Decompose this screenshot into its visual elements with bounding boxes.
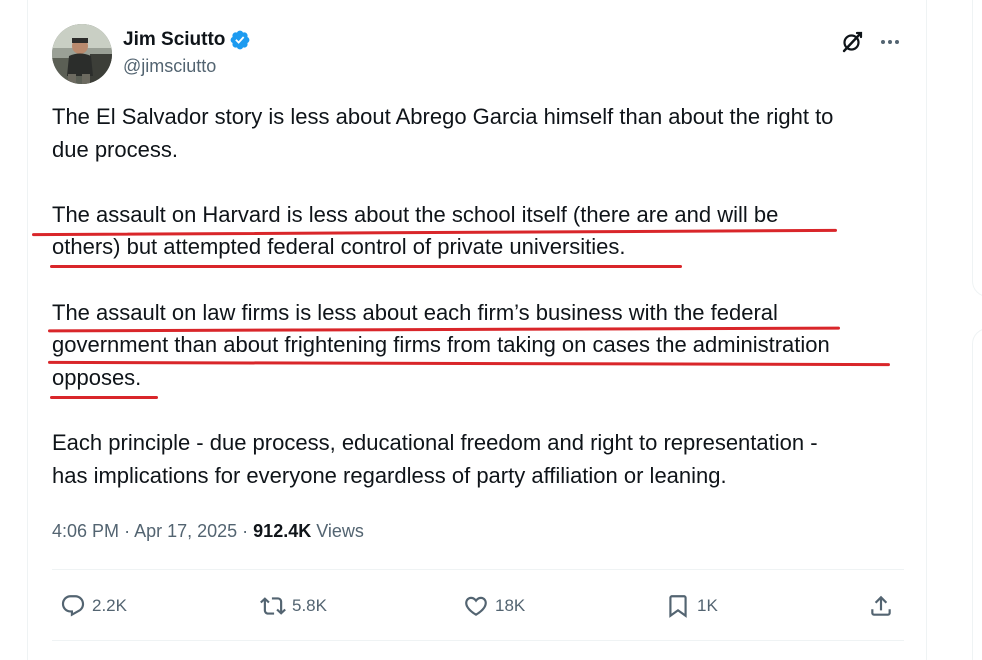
tweet-meta: 4:06 PM · Apr 17, 2025 · 912.4K Views bbox=[52, 518, 364, 544]
text-line: has implications for everyone regardless… bbox=[52, 462, 727, 488]
bookmark-button[interactable]: 1K bbox=[665, 590, 718, 622]
reply-count: 2.2K bbox=[92, 596, 127, 615]
text-line: The assault on Harvard is less about the… bbox=[52, 201, 779, 227]
author-name[interactable]: Jim Sciutto bbox=[123, 29, 225, 51]
sidebar-panel-bottom bbox=[972, 328, 982, 660]
views-count[interactable]: 912.4K bbox=[253, 521, 311, 541]
views-label: Views bbox=[316, 521, 364, 541]
column-border-left bbox=[27, 0, 28, 660]
underline-annotation bbox=[50, 396, 158, 399]
reply-icon bbox=[61, 595, 85, 617]
underline-annotation bbox=[50, 265, 682, 268]
tweet-actions: 2.2K 5.8K 18K 1K bbox=[52, 590, 904, 622]
tweet-paragraph: The assault on law firms is less about e… bbox=[52, 297, 904, 395]
verified-badge-icon[interactable] bbox=[229, 29, 251, 51]
divider bbox=[52, 640, 904, 641]
text-line: due process. bbox=[52, 136, 178, 162]
text-line: opposes. bbox=[52, 364, 142, 390]
repost-count: 5.8K bbox=[292, 596, 327, 615]
bookmark-icon bbox=[669, 595, 687, 618]
share-icon bbox=[871, 595, 891, 616]
share-button[interactable] bbox=[868, 590, 894, 622]
author-handle[interactable]: @jimsciutto bbox=[123, 55, 216, 77]
heart-icon bbox=[465, 596, 487, 616]
avatar[interactable] bbox=[52, 24, 112, 84]
author-name-row: Jim Sciutto bbox=[123, 29, 251, 51]
sidebar-panel-top bbox=[972, 0, 982, 297]
meta-separator: · bbox=[124, 521, 135, 541]
like-button[interactable]: 18K bbox=[463, 590, 525, 622]
reply-button[interactable]: 2.2K bbox=[60, 590, 127, 622]
meta-separator: · bbox=[242, 521, 254, 541]
column-border-right bbox=[926, 0, 927, 660]
divider bbox=[52, 569, 904, 570]
tweet-date[interactable]: Apr 17, 2025 bbox=[134, 521, 237, 541]
repost-icon bbox=[260, 597, 286, 615]
tweet-paragraph: The El Salvador story is less about Abre… bbox=[52, 101, 904, 166]
tweet-time[interactable]: 4:06 PM bbox=[52, 521, 119, 541]
text-line: Each principle - due process, educationa… bbox=[52, 429, 818, 455]
tweet-page: Jim Sciutto @jimsciutto The El Salvador … bbox=[0, 0, 982, 660]
text-line: The assault on law firms is less about e… bbox=[52, 299, 778, 325]
like-count: 18K bbox=[495, 596, 526, 615]
grok-icon[interactable] bbox=[840, 30, 864, 54]
tweet-paragraph: Each principle - due process, educationa… bbox=[52, 427, 904, 492]
avatar-photo bbox=[52, 24, 112, 84]
tweet-text: The El Salvador story is less about Abre… bbox=[52, 101, 904, 525]
repost-button[interactable]: 5.8K bbox=[260, 590, 327, 622]
text-line: The El Salvador story is less about Abre… bbox=[52, 104, 834, 129]
text-line: others) but attempted federal control of… bbox=[52, 234, 626, 260]
bookmark-count: 1K bbox=[697, 596, 718, 615]
tweet-header: Jim Sciutto @jimsciutto bbox=[52, 24, 904, 84]
text-line: government than about frightening firms … bbox=[52, 332, 830, 358]
more-options-icon[interactable] bbox=[878, 30, 902, 54]
